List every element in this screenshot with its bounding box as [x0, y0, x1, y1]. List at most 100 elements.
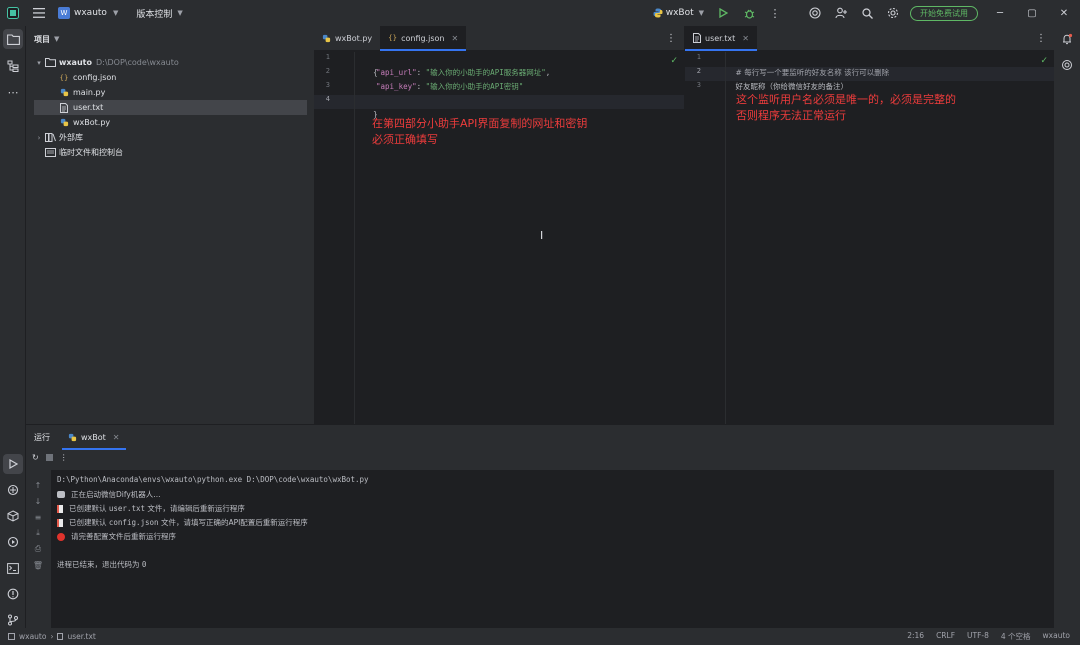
- maximize-button[interactable]: ▢: [1016, 0, 1048, 26]
- python-packages-button[interactable]: [0, 477, 26, 503]
- python-file-icon: [322, 34, 331, 42]
- annotation-user-note: 这个监听用户名必须是唯一的，必须是完整的 否则程序无法正常运行: [736, 92, 956, 124]
- tree-item-scratches[interactable]: 临时文件和控制台: [44, 145, 123, 160]
- python-file-icon: [58, 88, 70, 97]
- more-actions-icon[interactable]: ⋮: [60, 453, 68, 462]
- soft-wrap-icon[interactable]: ≡: [26, 509, 50, 525]
- project-tool-button[interactable]: [3, 29, 23, 49]
- console-text: 0: [141, 560, 147, 569]
- close-tab-icon[interactable]: ✕: [451, 34, 458, 43]
- chevron-right-icon[interactable]: ›: [34, 134, 44, 142]
- tab-config-json[interactable]: {} config.json ✕: [380, 26, 467, 51]
- tree-item-user-txt[interactable]: user.txt: [34, 100, 307, 115]
- packages-button[interactable]: [0, 503, 26, 529]
- close-tab-icon[interactable]: ✕: [742, 34, 749, 43]
- run-tool-button[interactable]: [3, 454, 23, 474]
- python-icon: [653, 8, 663, 18]
- app-logo-icon[interactable]: [0, 0, 26, 26]
- structure-tool-button[interactable]: [0, 53, 26, 79]
- caret-position[interactable]: 2:16: [907, 631, 924, 642]
- main-menu-icon[interactable]: [26, 0, 52, 26]
- stop-icon[interactable]: [45, 454, 53, 461]
- json-key: "api_key": [376, 82, 417, 91]
- console-text: 已创建默认: [69, 504, 109, 513]
- tree-item-label: 临时文件和控制台: [59, 148, 123, 157]
- run-panel-title: 运行: [34, 433, 50, 442]
- search-icon[interactable]: [854, 0, 880, 26]
- chevron-down-icon[interactable]: ▾: [34, 59, 44, 67]
- text-cursor-icon: I: [540, 229, 544, 242]
- breadcrumb-file[interactable]: user.txt: [67, 632, 95, 641]
- minimize-button[interactable]: ─: [984, 0, 1016, 26]
- project-name: wxauto: [74, 8, 107, 18]
- console-line: 进程已结束，退出代码为 0: [57, 559, 146, 570]
- tree-item-config-json[interactable]: {} config.json: [58, 70, 117, 85]
- scroll-to-end-icon[interactable]: ⤓: [26, 525, 50, 541]
- inspection-ok-icon[interactable]: ✓: [670, 56, 678, 66]
- problems-button[interactable]: [0, 581, 26, 607]
- tree-item-wxbot-py[interactable]: wxBot.py: [58, 115, 110, 130]
- code-token: :: [416, 82, 426, 91]
- line-separator[interactable]: CRLF: [936, 631, 955, 642]
- trash-icon[interactable]: 🗑: [26, 557, 50, 573]
- console-output[interactable]: D:\Python\Anaconda\envs\wxauto\python.ex…: [51, 470, 1054, 628]
- free-trial-button[interactable]: 开始免费试用: [910, 5, 978, 21]
- project-selector[interactable]: W wxauto ▼: [54, 3, 122, 23]
- file-encoding[interactable]: UTF-8: [967, 631, 989, 642]
- chevron-down-icon: ▼: [54, 35, 60, 43]
- run-icon[interactable]: [710, 0, 736, 26]
- more-tools-button[interactable]: ⋯: [0, 79, 26, 105]
- run-config-name: wxBot: [665, 8, 694, 18]
- run-tab-wxbot[interactable]: wxBot ✕: [62, 425, 126, 450]
- console-text: 文件，请编辑后重新运行程序: [145, 504, 245, 513]
- rerun-icon[interactable]: ↻: [32, 453, 39, 462]
- python-interpreter[interactable]: wxauto: [1043, 631, 1070, 642]
- breadcrumb-project[interactable]: wxauto: [19, 632, 46, 641]
- debug-icon[interactable]: [736, 0, 762, 26]
- tree-item-main-py[interactable]: main.py: [58, 85, 105, 100]
- editor-tab-bar: user.txt ✕ ⋮: [685, 26, 1054, 51]
- console-text: 已创建默认: [69, 518, 109, 527]
- tab-more-button[interactable]: ⋮: [666, 26, 676, 51]
- structure-icon: [7, 60, 19, 72]
- arrow-down-icon[interactable]: ↓: [26, 493, 50, 509]
- arrow-up-icon[interactable]: ↑: [26, 477, 50, 493]
- annotation-line: 否则程序无法正常运行: [736, 109, 846, 122]
- run-config-selector[interactable]: wxBot ▼: [653, 8, 704, 18]
- tree-item-root[interactable]: ▾ wxauto D:\DOP\code\wxauto: [34, 55, 179, 70]
- editor-user-txt[interactable]: user.txt ✕ ⋮ ✓ 1 2 3 # 每行写一个要监听的好友名称 该行可…: [685, 26, 1054, 424]
- package-icon: [7, 510, 19, 522]
- project-panel-header[interactable]: 项目 ▼: [26, 26, 314, 52]
- more-actions-icon[interactable]: ⋮: [762, 0, 788, 26]
- ai-assistant-icon[interactable]: [802, 0, 828, 26]
- tree-item-label: main.py: [73, 88, 106, 97]
- services-button[interactable]: [0, 529, 26, 555]
- tab-wxbot-py[interactable]: wxBot.py: [314, 26, 380, 50]
- terminal-button[interactable]: [0, 555, 26, 581]
- inspection-ok-icon[interactable]: ✓: [1040, 56, 1048, 66]
- close-tab-icon[interactable]: ✕: [113, 433, 120, 442]
- line-number-gutter: 1 2 3 4: [314, 52, 355, 424]
- tab-user-txt[interactable]: user.txt ✕: [685, 26, 757, 51]
- print-icon[interactable]: ⎙: [26, 541, 50, 557]
- close-button[interactable]: ✕: [1048, 0, 1080, 26]
- status-bar: wxauto › user.txt 2:16 CRLF UTF-8 4 个空格 …: [0, 628, 1080, 645]
- vcs-menu[interactable]: 版本控制 ▼: [136, 7, 182, 20]
- editor-config-json[interactable]: wxBot.py {} config.json ✕ ⋮ ✓ 1 2 3 4 { …: [314, 26, 684, 424]
- tree-item-external-libs[interactable]: › 外部库: [34, 130, 83, 145]
- code-line: }: [355, 94, 378, 119]
- console-line: 正在启动微信Dify机器人...: [57, 489, 160, 500]
- console-text: 正在启动微信Dify机器人...: [71, 490, 161, 499]
- settings-gear-icon[interactable]: [880, 0, 906, 26]
- notifications-button[interactable]: [1054, 26, 1080, 52]
- code-line: {: [355, 52, 378, 77]
- ai-chat-button[interactable]: [1054, 52, 1080, 78]
- indent-setting[interactable]: 4 个空格: [1001, 631, 1031, 642]
- json-file-icon: {}: [388, 34, 398, 42]
- chevron-down-icon: ▼: [177, 9, 183, 17]
- bell-icon: [1063, 33, 1073, 45]
- tab-more-button[interactable]: ⋮: [1036, 26, 1046, 51]
- add-user-icon[interactable]: [828, 0, 854, 26]
- right-tool-strip: [1054, 26, 1080, 628]
- project-square-icon: [8, 633, 15, 640]
